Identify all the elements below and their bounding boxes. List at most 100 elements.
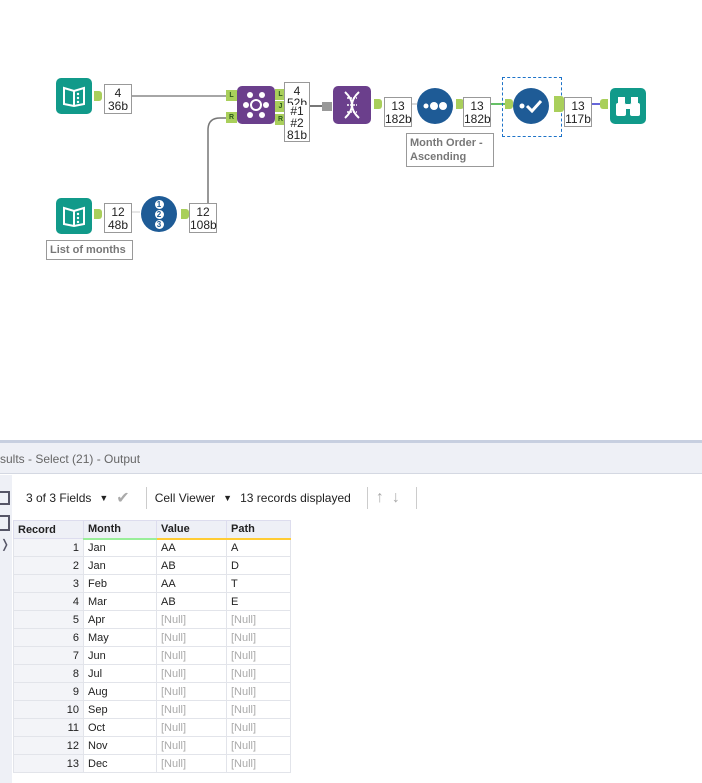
value-cell[interactable]: AA	[156, 538, 227, 557]
table-row[interactable]: 8 Jul [Null] [Null]	[13, 664, 291, 683]
table-row[interactable]: 1 Jan AA A	[13, 538, 291, 557]
record-cell[interactable]: 8	[13, 664, 84, 683]
path-cell[interactable]: [Null]	[226, 700, 291, 719]
record-id-tool-icon[interactable]: 1 2 3	[141, 196, 177, 232]
table-row[interactable]: 11 Oct [Null] [Null]	[13, 718, 291, 737]
value-cell[interactable]: [Null]	[156, 754, 227, 773]
column-header-path[interactable]: Path	[226, 520, 291, 540]
path-cell[interactable]: T	[226, 574, 291, 593]
input-data-tool-icon[interactable]	[56, 198, 92, 234]
record-cell[interactable]: 13	[13, 754, 84, 773]
month-cell[interactable]: May	[83, 628, 157, 647]
record-cell[interactable]: 10	[13, 700, 84, 719]
path-cell[interactable]: [Null]	[226, 664, 291, 683]
select-tool-icon[interactable]	[513, 88, 549, 124]
multi-input-port[interactable]	[322, 102, 332, 111]
month-cell[interactable]: Oct	[83, 718, 157, 737]
month-cell[interactable]: Jan	[83, 538, 157, 557]
record-cell[interactable]: 9	[13, 682, 84, 701]
output-port[interactable]	[181, 209, 189, 219]
output-port[interactable]	[94, 91, 102, 101]
chevron-down-icon[interactable]: ▼	[223, 493, 232, 503]
table-row[interactable]: 12 Nov [Null] [Null]	[13, 736, 291, 755]
path-cell[interactable]: [Null]	[226, 646, 291, 665]
month-cell[interactable]: Jan	[83, 556, 157, 575]
join-tool-icon[interactable]	[237, 86, 275, 124]
path-cell[interactable]: D	[226, 556, 291, 575]
record-cell[interactable]: 12	[13, 736, 84, 755]
value-cell[interactable]: [Null]	[156, 700, 227, 719]
path-cell[interactable]: E	[226, 592, 291, 611]
table-row[interactable]: 10 Sep [Null] [Null]	[13, 700, 291, 719]
input-port[interactable]	[600, 99, 608, 109]
table-row[interactable]: 4 Mar AB E	[13, 592, 291, 611]
table-row[interactable]: 13 Dec [Null] [Null]	[13, 754, 291, 773]
value-cell[interactable]: [Null]	[156, 682, 227, 701]
month-cell[interactable]: Feb	[83, 574, 157, 593]
month-cell[interactable]: Sep	[83, 700, 157, 719]
month-cell[interactable]: Jul	[83, 664, 157, 683]
path-cell[interactable]: [Null]	[226, 736, 291, 755]
record-cell[interactable]: 1	[13, 538, 84, 557]
path-cell[interactable]: [Null]	[226, 682, 291, 701]
browse-tool-icon[interactable]	[610, 88, 646, 124]
chevron-down-icon[interactable]: ▼	[99, 493, 108, 503]
table-row[interactable]: 6 May [Null] [Null]	[13, 628, 291, 647]
table-row[interactable]: 5 Apr [Null] [Null]	[13, 610, 291, 629]
record-cell[interactable]: 5	[13, 610, 84, 629]
output-port[interactable]	[94, 209, 102, 219]
cell-viewer-dropdown[interactable]: Cell Viewer	[155, 491, 215, 505]
arrow-up-icon[interactable]: ↑	[376, 489, 384, 507]
record-cell[interactable]: 2	[13, 556, 84, 575]
column-header-value[interactable]: Value	[156, 520, 227, 540]
value-cell[interactable]: AA	[156, 574, 227, 593]
table-row[interactable]: 3 Feb AA T	[13, 574, 291, 593]
path-cell[interactable]: [Null]	[226, 718, 291, 737]
path-cell[interactable]: [Null]	[226, 628, 291, 647]
table-row[interactable]: 9 Aug [Null] [Null]	[13, 682, 291, 701]
column-header-month[interactable]: Month	[83, 520, 157, 540]
month-cell[interactable]: Mar	[83, 592, 157, 611]
value-cell[interactable]: [Null]	[156, 628, 227, 647]
record-cell[interactable]: 7	[13, 646, 84, 665]
month-cell[interactable]: Dec	[83, 754, 157, 773]
month-cell[interactable]: Nov	[83, 736, 157, 755]
union-tool-icon[interactable]	[333, 86, 371, 124]
column-header-record[interactable]: Record	[13, 520, 84, 539]
chevron-right-icon[interactable]: ❭	[0, 537, 12, 551]
table-icon[interactable]	[0, 515, 10, 531]
list-icon[interactable]	[0, 491, 10, 505]
month-cell[interactable]: Jun	[83, 646, 157, 665]
output-port[interactable]	[374, 99, 382, 109]
record-count-badge: 13 182b	[384, 97, 412, 127]
month-cell[interactable]: Aug	[83, 682, 157, 701]
record-count-badge: 12 108b	[189, 203, 217, 233]
record-cell[interactable]: 3	[13, 574, 84, 593]
path-cell[interactable]: [Null]	[226, 610, 291, 629]
month-cell[interactable]: Apr	[83, 610, 157, 629]
checkmark-icon[interactable]: ✔	[116, 488, 129, 508]
table-row[interactable]: 2 Jan AB D	[13, 556, 291, 575]
input-port[interactable]	[505, 99, 513, 109]
path-cell[interactable]: [Null]	[226, 754, 291, 773]
join-input-r[interactable]: R	[226, 112, 237, 123]
value-cell[interactable]: AB	[156, 556, 227, 575]
input-data-tool-icon[interactable]	[56, 78, 92, 114]
arrow-down-icon[interactable]: ↓	[392, 489, 400, 507]
value-cell[interactable]: AB	[156, 592, 227, 611]
record-cell[interactable]: 11	[13, 718, 84, 737]
value-cell[interactable]: [Null]	[156, 718, 227, 737]
sort-tool-icon[interactable]	[417, 88, 453, 124]
path-cell[interactable]: A	[226, 538, 291, 557]
value-cell[interactable]: [Null]	[156, 664, 227, 683]
fields-dropdown[interactable]: 3 of 3 Fields	[26, 491, 91, 505]
value-cell[interactable]: [Null]	[156, 610, 227, 629]
output-port[interactable]	[554, 96, 564, 112]
record-cell[interactable]: 6	[13, 628, 84, 647]
size: 81b	[286, 128, 308, 142]
table-row[interactable]: 7 Jun [Null] [Null]	[13, 646, 291, 665]
value-cell[interactable]: [Null]	[156, 646, 227, 665]
join-input-l[interactable]: L	[226, 90, 237, 101]
value-cell[interactable]: [Null]	[156, 736, 227, 755]
record-cell[interactable]: 4	[13, 592, 84, 611]
